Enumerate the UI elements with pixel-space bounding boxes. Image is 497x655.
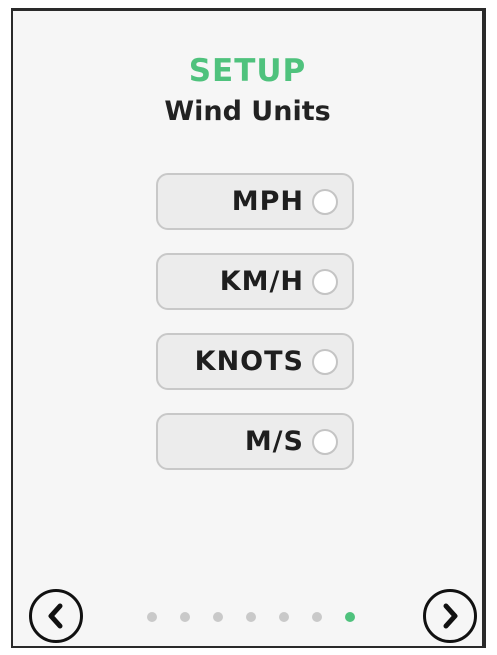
chevron-left-icon bbox=[45, 603, 67, 629]
page-dot bbox=[213, 612, 223, 622]
page-dot bbox=[312, 612, 322, 622]
chevron-right-icon bbox=[439, 603, 461, 629]
page-dot bbox=[246, 612, 256, 622]
next-button[interactable] bbox=[423, 589, 477, 643]
radio-button[interactable] bbox=[312, 188, 338, 215]
option-knots[interactable]: KNOTS bbox=[156, 333, 354, 390]
setup-screen: SETUP Wind Units MPH KM/H KNOTS M/S bbox=[11, 8, 486, 648]
wind-unit-options: MPH KM/H KNOTS M/S bbox=[156, 173, 354, 493]
page-dot-active bbox=[345, 612, 355, 622]
page-dot bbox=[147, 612, 157, 622]
radio-button[interactable] bbox=[312, 428, 338, 455]
option-label: M/S bbox=[244, 426, 304, 457]
option-label: MPH bbox=[231, 186, 304, 217]
header: SETUP Wind Units bbox=[13, 51, 482, 131]
page-indicator bbox=[147, 612, 378, 622]
section-label: SETUP bbox=[188, 53, 307, 89]
option-ms[interactable]: M/S bbox=[156, 413, 354, 470]
page-dot bbox=[279, 612, 289, 622]
previous-button[interactable] bbox=[29, 589, 83, 643]
radio-button[interactable] bbox=[312, 348, 338, 375]
radio-button[interactable] bbox=[312, 268, 338, 295]
option-label: KNOTS bbox=[194, 346, 304, 377]
option-kmh[interactable]: KM/H bbox=[156, 253, 354, 310]
option-mph[interactable]: MPH bbox=[156, 173, 354, 230]
page-dot bbox=[180, 612, 190, 622]
page-title: Wind Units bbox=[164, 96, 331, 127]
option-label: KM/H bbox=[219, 266, 304, 297]
